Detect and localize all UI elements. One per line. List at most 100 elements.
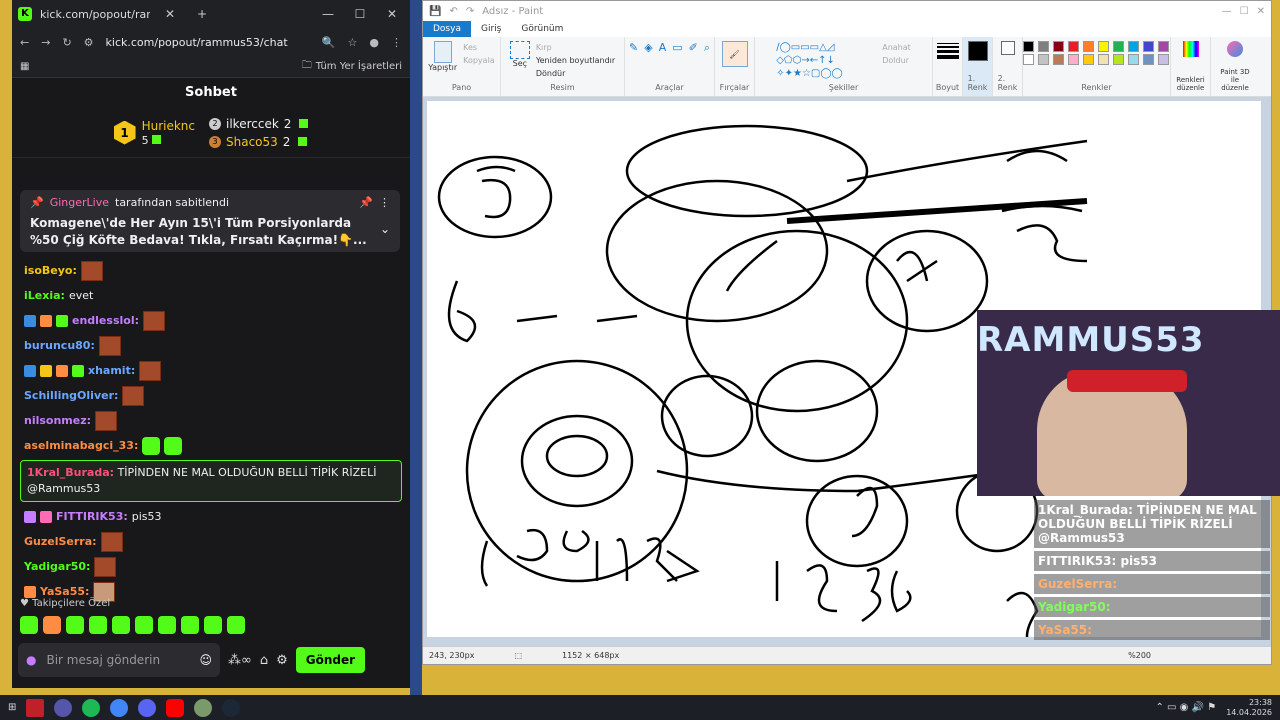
brushes-label[interactable]: Fırçalar xyxy=(720,83,750,92)
color-swatch[interactable] xyxy=(1157,41,1169,52)
app-icon[interactable] xyxy=(194,698,213,717)
tab-file[interactable]: Dosya xyxy=(423,21,471,37)
color-swatch[interactable] xyxy=(1037,41,1049,52)
unpin-icon[interactable]: 📌 xyxy=(359,196,373,209)
emote-icon[interactable] xyxy=(204,616,222,634)
brush-icon[interactable]: 🖌 xyxy=(721,41,748,67)
size-icon[interactable] xyxy=(936,41,959,59)
zoom-level[interactable]: %200 xyxy=(1128,651,1271,660)
color-swatch[interactable] xyxy=(1142,41,1154,52)
chat-username[interactable]: GuzelSerra: xyxy=(24,535,97,548)
all-bookmarks[interactable]: Tüm Yer İşaretleri xyxy=(316,61,402,72)
shapes-gallery[interactable]: ∕◯▭▭▭△◿ ◇⬠⬡→←↑↓ ✧✦★☆▢◯◯ xyxy=(776,41,876,80)
outline-button[interactable]: Anahat xyxy=(882,41,911,54)
emote-icon[interactable] xyxy=(43,616,61,634)
emote-icon[interactable] xyxy=(181,616,199,634)
chat-username[interactable]: iLexia: xyxy=(24,289,65,302)
chrome-icon[interactable] xyxy=(110,698,129,717)
emote-icon[interactable] xyxy=(227,616,245,634)
apps-icon[interactable]: ▦ xyxy=(20,61,29,72)
color-swatch[interactable] xyxy=(1097,41,1109,52)
color-swatch[interactable] xyxy=(1052,41,1064,52)
paste-button[interactable]: Yapıştır xyxy=(428,41,457,72)
chat-username[interactable]: Yadigar50: xyxy=(24,560,90,573)
windows-start-icon[interactable]: ⊞ xyxy=(8,702,16,713)
profile-avatar[interactable]: ● xyxy=(369,36,379,49)
maximize-icon[interactable]: ☐ xyxy=(348,7,372,21)
chat-username[interactable]: xhamit: xyxy=(88,364,135,377)
tray-icons[interactable]: ⌃ ▭ ◉ 🔊 ⚑ xyxy=(1156,702,1217,713)
wheel-icon[interactable]: ⁂∞ xyxy=(228,653,252,668)
obs-icon[interactable] xyxy=(54,698,73,717)
chat-username[interactable]: isoBeyo: xyxy=(24,264,77,277)
settings-gear-icon[interactable]: ⚙ xyxy=(276,653,288,668)
chat-username[interactable]: SchillingOliver: xyxy=(24,389,118,402)
chat-input-placeholder[interactable]: Bir mesaj gönderin xyxy=(46,653,189,667)
color-swatch[interactable] xyxy=(1142,54,1154,65)
color-swatch[interactable] xyxy=(1052,54,1064,65)
color-swatch[interactable] xyxy=(1037,54,1049,65)
voicemeeter-icon[interactable] xyxy=(26,698,45,717)
fill-icon[interactable]: ◈ xyxy=(644,41,652,54)
select-button[interactable]: Seç xyxy=(509,41,530,68)
pinned-by-user[interactable]: GingerLive xyxy=(50,196,109,209)
back-icon[interactable]: ← xyxy=(20,36,29,49)
chat-username[interactable]: 1Kral_Burada: xyxy=(27,466,114,479)
emote-icon[interactable] xyxy=(89,616,107,634)
store-icon[interactable]: ⌂ xyxy=(260,653,268,668)
eraser-icon[interactable]: ▭ xyxy=(672,41,682,54)
text-icon[interactable]: A xyxy=(659,41,667,54)
emote-icon[interactable] xyxy=(112,616,130,634)
forward-icon[interactable]: → xyxy=(41,36,50,49)
color-swatch[interactable] xyxy=(1112,41,1124,52)
leader-third[interactable]: 3 Shaco53 2 xyxy=(209,135,308,149)
menu-icon[interactable]: ⋮ xyxy=(391,36,402,49)
color-swatch[interactable] xyxy=(1157,54,1169,65)
undo-icon[interactable]: ↶ xyxy=(449,6,457,17)
color-swatch[interactable] xyxy=(1082,41,1094,52)
minimize-icon[interactable]: — xyxy=(316,7,340,21)
maximize-icon[interactable]: ☐ xyxy=(1240,6,1249,17)
tab-home[interactable]: Giriş xyxy=(471,21,511,37)
emoji-icon[interactable]: ☺ xyxy=(199,653,212,667)
resize-button[interactable]: Yeniden boyutlandır xyxy=(536,54,615,67)
chat-input[interactable]: ● Bir mesaj gönderin ☺ xyxy=(18,643,220,677)
pinned-message[interactable]: 📌 GingerLive tarafından sabitlendi 📌 ⋮ K… xyxy=(20,190,400,252)
emote-icon[interactable] xyxy=(20,616,38,634)
chat-username[interactable]: YaSa55: xyxy=(40,585,89,598)
rotate-button[interactable]: Döndür xyxy=(536,67,615,80)
close-tab-icon[interactable]: ✕ xyxy=(158,7,182,21)
size-label[interactable]: Boyut xyxy=(936,83,959,92)
color-picker-icon[interactable]: ✐ xyxy=(689,41,698,54)
emote-icon[interactable] xyxy=(158,616,176,634)
copy-button[interactable]: Kopyala xyxy=(463,54,495,67)
color-swatch[interactable] xyxy=(1022,54,1034,65)
color-swatch[interactable] xyxy=(1022,41,1034,52)
clock[interactable]: 23:38 14.04.2026 xyxy=(1226,698,1272,718)
color-swatch[interactable] xyxy=(1097,54,1109,65)
send-button[interactable]: Gönder xyxy=(295,647,366,673)
reload-icon[interactable]: ↻ xyxy=(62,36,71,49)
chat-username[interactable]: buruncu80: xyxy=(24,339,95,352)
browser-tab-title[interactable]: kick.com/popout/rammus53/ch xyxy=(40,8,150,21)
url-field[interactable]: kick.com/popout/rammus53/chat xyxy=(106,36,310,49)
crop-button[interactable]: Kırp xyxy=(536,41,615,54)
color-swatch[interactable] xyxy=(1067,41,1079,52)
color-swatch[interactable] xyxy=(1067,54,1079,65)
close-window-icon[interactable]: ✕ xyxy=(380,7,404,21)
zoom-icon[interactable]: 🔍 xyxy=(322,36,336,49)
steam-icon[interactable] xyxy=(222,698,241,717)
cut-button[interactable]: Kes xyxy=(463,41,495,54)
site-info-icon[interactable]: ⚙ xyxy=(84,36,94,49)
youtube-icon[interactable] xyxy=(166,698,185,717)
tab-view[interactable]: Görünüm xyxy=(511,21,573,37)
leader-first[interactable]: 1 Hurieknc 5 xyxy=(113,119,195,147)
chevron-down-icon[interactable]: ⌄ xyxy=(380,222,390,236)
save-icon[interactable]: 💾 xyxy=(429,6,441,17)
color1-group[interactable]: 1. Renk xyxy=(963,37,993,96)
close-window-icon[interactable]: ✕ xyxy=(1257,6,1265,17)
mic-icon[interactable]: ● xyxy=(26,653,36,667)
color-swatch[interactable] xyxy=(1112,54,1124,65)
color-swatch[interactable] xyxy=(1127,41,1139,52)
discord-icon[interactable] xyxy=(138,698,157,717)
